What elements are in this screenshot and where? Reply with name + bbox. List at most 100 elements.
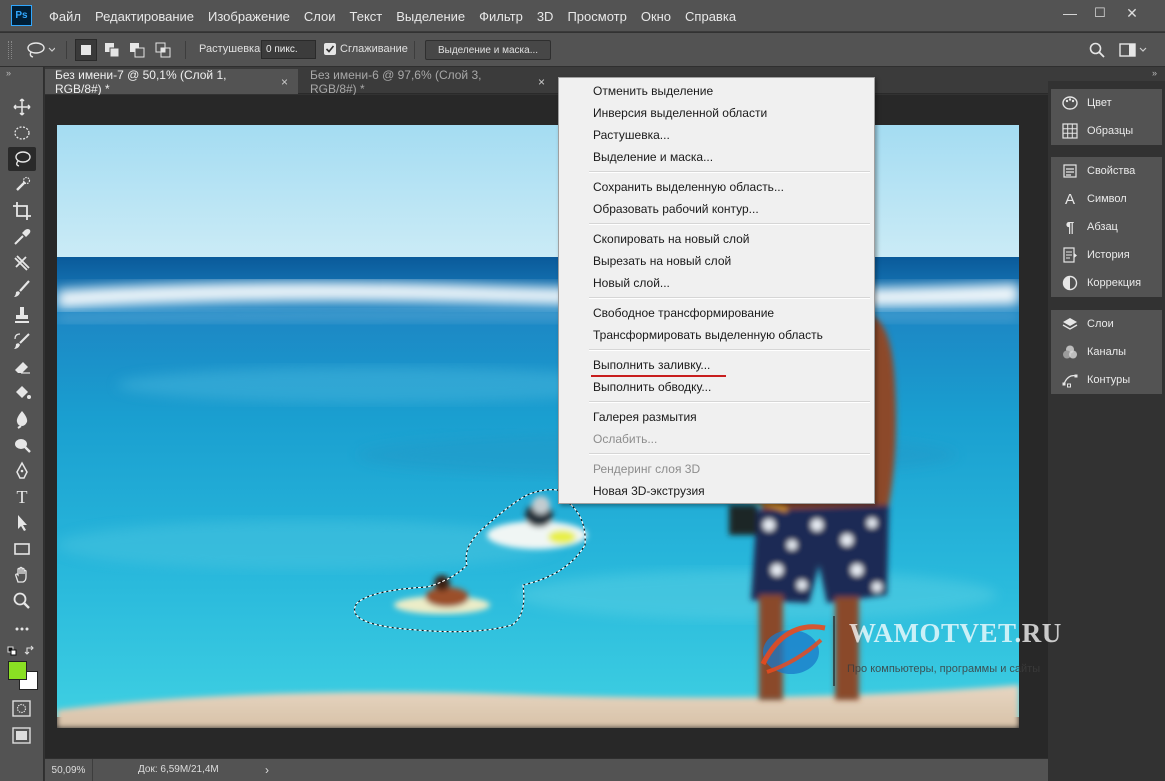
dodge-tool[interactable] bbox=[8, 433, 36, 457]
panel-paragraph[interactable]: ¶ Абзац bbox=[1051, 213, 1162, 241]
context-menu-item[interactable]: Отменить выделение bbox=[561, 80, 872, 102]
context-menu-item[interactable]: Растушевка... bbox=[561, 124, 872, 146]
tab-document-7[interactable]: Без имени-7 @ 50,1% (Слой 1, RGB/8#) * × bbox=[45, 68, 298, 96]
panel-label: Образцы bbox=[1087, 125, 1134, 137]
antialias-checkbox[interactable] bbox=[324, 43, 336, 55]
rectangle-tool[interactable] bbox=[8, 537, 36, 561]
lasso-tool[interactable] bbox=[8, 147, 36, 171]
path-selection-tool[interactable] bbox=[8, 511, 36, 535]
context-menu-item[interactable]: Трансформировать выделенную область bbox=[561, 324, 872, 346]
context-menu-item[interactable]: Образовать рабочий контур... bbox=[561, 198, 872, 220]
panel-swatches[interactable]: Образцы bbox=[1051, 117, 1162, 145]
eyedropper-tool[interactable] bbox=[8, 225, 36, 249]
healing-brush-tool[interactable] bbox=[8, 251, 36, 275]
panel-label: Коррекция bbox=[1087, 277, 1142, 289]
zoom-level[interactable]: 50,09% bbox=[45, 759, 93, 781]
menu-item[interactable]: Справка bbox=[678, 9, 743, 24]
foreground-color-swatch[interactable] bbox=[8, 661, 27, 680]
panel-paths[interactable]: Контуры bbox=[1051, 366, 1162, 394]
type-tool[interactable]: T bbox=[8, 485, 36, 509]
clone-stamp-tool[interactable] bbox=[8, 303, 36, 327]
menu-item[interactable]: 3D bbox=[530, 9, 561, 24]
new-selection-mode-button[interactable] bbox=[75, 39, 97, 61]
blur-tool[interactable] bbox=[8, 407, 36, 431]
context-menu-item[interactable]: Новый слой... bbox=[561, 272, 872, 294]
close-tab-icon[interactable]: × bbox=[538, 75, 545, 89]
eyedropper-icon bbox=[14, 229, 31, 245]
menu-item[interactable]: Выделение bbox=[389, 9, 472, 24]
tab-document-6[interactable]: Без имени-6 @ 97,6% (Слой 3, RGB/8#) * × bbox=[300, 68, 555, 96]
dodge-icon bbox=[15, 439, 31, 453]
brush-tool[interactable] bbox=[8, 277, 36, 301]
context-menu-item[interactable]: Сохранить выделенную область... bbox=[561, 176, 872, 198]
separator bbox=[414, 41, 415, 59]
menu-item[interactable]: Файл bbox=[42, 9, 88, 24]
history-brush-tool[interactable] bbox=[8, 329, 36, 353]
menu-item[interactable]: Текст bbox=[343, 9, 390, 24]
minimize-button[interactable]: — bbox=[1058, 0, 1082, 26]
tool-preset-picker[interactable] bbox=[22, 39, 58, 61]
toolbar-collapse-grip[interactable]: » bbox=[0, 67, 44, 81]
separator bbox=[185, 41, 186, 59]
options-grip[interactable] bbox=[8, 41, 12, 59]
ellipse-marquee-tool[interactable] bbox=[8, 121, 36, 145]
menu-item[interactable]: Изображение bbox=[201, 9, 297, 24]
panel-channels[interactable]: Каналы bbox=[1051, 338, 1162, 366]
context-menu-item[interactable]: Выполнить заливку... bbox=[561, 354, 872, 377]
panel-color[interactable]: Цвет bbox=[1051, 89, 1162, 117]
menu-item[interactable]: Фильтр bbox=[472, 9, 530, 24]
feather-input[interactable] bbox=[261, 40, 316, 59]
default-colors-icon[interactable] bbox=[7, 644, 37, 658]
move-tool[interactable] bbox=[8, 95, 36, 119]
zoom-tool[interactable] bbox=[8, 589, 36, 613]
paint-bucket-tool[interactable] bbox=[8, 381, 36, 405]
context-menu-item[interactable]: Свободное трансформирование bbox=[561, 302, 872, 324]
maximize-button[interactable]: ☐ bbox=[1088, 0, 1112, 26]
context-menu-item[interactable]: Инверсия выделенной области bbox=[561, 102, 872, 124]
context-menu-item[interactable]: Выполнить обводку... bbox=[561, 376, 872, 398]
more-tools[interactable] bbox=[8, 617, 36, 641]
context-menu-item[interactable]: Вырезать на новый слой bbox=[561, 250, 872, 272]
context-menu-item[interactable]: Выделение и маска... bbox=[561, 146, 872, 168]
search-icon[interactable] bbox=[1089, 42, 1105, 58]
screen-mode-icon[interactable] bbox=[12, 727, 32, 745]
panel-history[interactable]: История bbox=[1051, 241, 1162, 269]
panel-properties[interactable]: Свойства bbox=[1051, 157, 1162, 185]
context-menu-item[interactable]: Новая 3D-экструзия bbox=[561, 480, 872, 502]
tools-panel: » T bbox=[0, 67, 44, 781]
panel-character[interactable]: A Символ bbox=[1051, 185, 1162, 213]
panel-adjustments[interactable]: Коррекция bbox=[1051, 269, 1162, 297]
panel-label: Каналы bbox=[1087, 346, 1127, 358]
crop-icon bbox=[13, 202, 31, 220]
context-menu-item[interactable]: Галерея размытия bbox=[561, 406, 872, 428]
close-tab-icon[interactable]: × bbox=[281, 75, 288, 89]
eraser-tool[interactable] bbox=[8, 355, 36, 379]
add-to-selection-button[interactable] bbox=[101, 39, 123, 61]
pen-tool[interactable] bbox=[8, 459, 36, 483]
menu-separator bbox=[561, 294, 872, 302]
panel-layers[interactable]: Слои bbox=[1051, 310, 1162, 338]
menu-item[interactable]: Редактирование bbox=[88, 9, 201, 24]
crop-tool[interactable] bbox=[8, 199, 36, 223]
status-menu-arrow[interactable]: › bbox=[265, 763, 269, 777]
menu-item[interactable]: Окно bbox=[634, 9, 678, 24]
paths-icon bbox=[1062, 374, 1078, 388]
select-and-mask-button[interactable]: Выделение и маска... bbox=[425, 40, 551, 60]
intersect-selection-button[interactable] bbox=[152, 39, 174, 61]
quick-selection-tool[interactable] bbox=[8, 173, 36, 197]
dock-collapse-grip[interactable]: » bbox=[1048, 67, 1165, 81]
site-watermark: WAMOTVET.RU Про компьютеры, программы и … bbox=[755, 612, 1061, 692]
hand-icon bbox=[15, 566, 27, 583]
quick-mask-icon[interactable] bbox=[12, 700, 32, 718]
close-window-button[interactable]: ✕ bbox=[1120, 0, 1144, 26]
swatches-grid-icon bbox=[1062, 123, 1078, 139]
menu-item[interactable]: Просмотр bbox=[560, 9, 633, 24]
menu-item[interactable]: Слои bbox=[297, 9, 343, 24]
panel-label: Символ bbox=[1087, 193, 1127, 205]
subtract-from-selection-button[interactable] bbox=[126, 39, 148, 61]
workspace-switcher-icon[interactable] bbox=[1119, 42, 1149, 58]
context-menu-item[interactable]: Скопировать на новый слой bbox=[561, 228, 872, 250]
panel-label: Контуры bbox=[1087, 374, 1131, 386]
main-menu: Файл Редактирование Изображение Слои Текст Вы… bbox=[42, 0, 743, 32]
hand-tool[interactable] bbox=[8, 563, 36, 587]
